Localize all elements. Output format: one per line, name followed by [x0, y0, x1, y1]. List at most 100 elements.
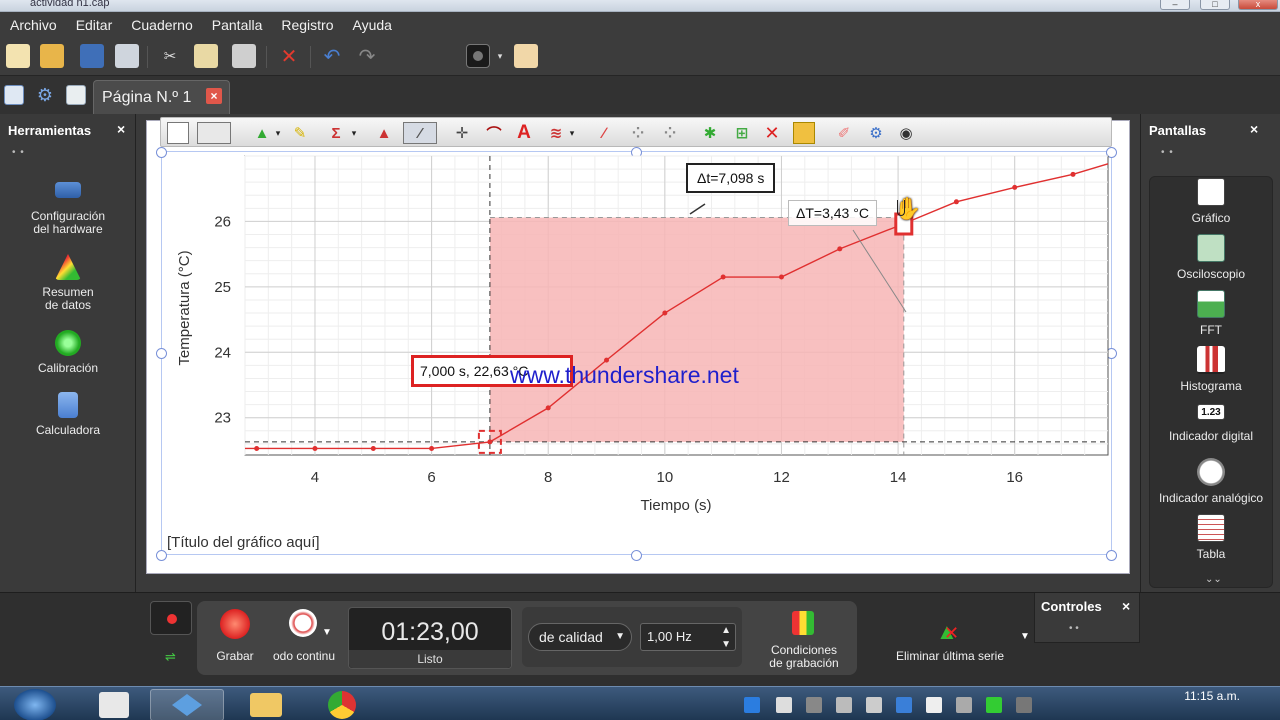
delta-temp-annotation[interactable]: ΔT=3,43 °C — [788, 200, 877, 226]
pen-icon[interactable]: ✎ — [289, 122, 311, 144]
tools-panel-close-icon[interactable]: × — [117, 121, 125, 137]
quality-select[interactable]: de calidad ▼ — [528, 623, 632, 651]
menu-archivo[interactable]: Archivo — [10, 17, 57, 33]
duplicate-icon[interactable] — [793, 122, 815, 144]
autoscale-icon[interactable] — [167, 122, 189, 144]
taskbar-app-chrome[interactable] — [312, 689, 372, 720]
add-axis-icon[interactable]: ✱ — [699, 122, 721, 144]
resize-handle[interactable] — [631, 550, 642, 561]
tool-calculator[interactable]: Calculadora — [0, 392, 136, 437]
record-button[interactable] — [220, 609, 250, 639]
print-icon[interactable] — [115, 44, 139, 68]
displays-panel-close-icon[interactable]: × — [1250, 121, 1258, 137]
signal-icon[interactable]: ≋ — [545, 122, 567, 144]
new-icon[interactable] — [6, 44, 30, 68]
delete-series-dropdown-icon[interactable]: ▼ — [1020, 631, 1030, 642]
copy-icon[interactable] — [194, 44, 218, 68]
record-mode-button[interactable] — [150, 601, 192, 635]
display-oscilloscope[interactable]: Osciloscopio — [1141, 234, 1280, 281]
tray-icon[interactable] — [866, 697, 882, 713]
gear-icon[interactable]: ⚙ — [35, 85, 55, 105]
tray-icon[interactable] — [744, 697, 760, 713]
open-icon[interactable] — [40, 44, 64, 68]
menu-cuaderno[interactable]: Cuaderno — [131, 17, 193, 33]
conditions-icon[interactable] — [792, 611, 814, 635]
tray-icon[interactable] — [986, 697, 1002, 713]
tools-panel-dots[interactable]: • • — [12, 147, 25, 158]
camera-dropdown-icon[interactable]: ▾ — [494, 44, 506, 68]
delete-series-icon[interactable]: ▲ ✕ — [936, 619, 959, 645]
menu-registro[interactable]: Registro — [281, 17, 333, 33]
eye-icon[interactable]: ◉ — [895, 122, 917, 144]
displays-panel-dots[interactable]: • • — [1161, 147, 1174, 158]
tool-data-summary[interactable]: Resumen de datos — [0, 254, 136, 312]
tool-calibration[interactable]: Calibración — [0, 330, 136, 375]
menu-pantalla[interactable]: Pantalla — [212, 17, 263, 33]
start-button[interactable] — [14, 689, 56, 720]
settings-icon[interactable]: ⚙ — [865, 122, 887, 144]
points-alt-icon[interactable]: ⁘ — [659, 122, 681, 144]
minimize-button[interactable]: – — [1160, 0, 1190, 10]
paste-icon[interactable] — [232, 44, 256, 68]
tool-hardware-config[interactable]: Configuración del hardware — [0, 182, 136, 236]
delete-icon[interactable]: ✕ — [277, 44, 301, 68]
conditions-label[interactable]: Condiciones de grabación — [756, 644, 852, 670]
tray-icon[interactable] — [836, 697, 852, 713]
delta-t-annotation[interactable]: Δt=7,098 s — [686, 163, 776, 193]
tray-icon[interactable] — [776, 697, 792, 713]
close-tab-icon[interactable]: × — [206, 88, 222, 104]
cut-icon[interactable]: ✂ — [158, 44, 182, 68]
menu-editar[interactable]: Editar — [76, 17, 113, 33]
tray-icon[interactable] — [806, 697, 822, 713]
signal-dropdown-icon[interactable]: ▾ — [567, 122, 577, 144]
delete-series-label[interactable]: Eliminar última serie — [880, 650, 1020, 663]
display-graph[interactable]: Gráfico — [1141, 178, 1280, 225]
crosshair-icon[interactable]: ✛ — [451, 122, 473, 144]
system-clock[interactable]: 11:15 a.m. — [1184, 689, 1240, 703]
display-table[interactable]: Tabla — [1141, 514, 1280, 561]
redo-icon[interactable]: ↷ — [355, 44, 379, 68]
taskbar-app-explorer[interactable] — [236, 689, 296, 720]
tray-icon[interactable] — [926, 697, 942, 713]
save-icon[interactable] — [80, 44, 104, 68]
zoom-region-icon[interactable]: ⊞ — [731, 122, 753, 144]
temperature-chart[interactable]: 4 6 8 10 12 14 16 23 24 25 26 Tiempo (s) Temperat… — [160, 150, 1110, 520]
close-window-button[interactable]: x — [1238, 0, 1278, 10]
stats-dropdown-icon[interactable]: ▾ — [273, 122, 283, 144]
text-icon[interactable]: A — [513, 122, 535, 144]
interpolate-icon[interactable]: ∕ — [593, 122, 615, 144]
taskbar-app-tool[interactable] — [84, 689, 144, 720]
undo-icon[interactable]: ↶ — [320, 44, 344, 68]
stats-triangle-icon[interactable]: ▲ — [251, 122, 273, 144]
chart-title-placeholder[interactable]: [Título del gráfico aquí] — [167, 534, 320, 551]
sum-icon[interactable]: Σ — [325, 122, 347, 144]
window-icon[interactable] — [4, 85, 24, 105]
menu-ayuda[interactable]: Ayuda — [353, 17, 392, 33]
display-fft[interactable]: FFT — [1141, 290, 1280, 337]
points-icon[interactable]: ⁘ — [627, 122, 649, 144]
display-analog-meter[interactable]: Indicador analógico — [1141, 458, 1280, 505]
controls-close-icon[interactable]: × — [1122, 598, 1130, 614]
mode-icon[interactable] — [289, 609, 317, 637]
curve-fit-icon[interactable]: ⁄ — [403, 122, 437, 144]
resize-handle[interactable] — [156, 550, 167, 561]
display-histogram[interactable]: Histograma — [1141, 346, 1280, 393]
select-region-icon[interactable] — [197, 122, 231, 144]
taskbar-app-capstone[interactable] — [150, 689, 224, 720]
camera-icon[interactable] — [466, 44, 490, 68]
resize-handle[interactable] — [1106, 550, 1117, 561]
pin-icon[interactable]: ✐ — [833, 122, 855, 144]
scroll-down-icon[interactable]: ⌄⌄ — [1205, 574, 1222, 585]
tray-icon[interactable] — [1016, 697, 1032, 713]
maximize-button[interactable]: □ — [1200, 0, 1230, 10]
tab-page-1[interactable]: Página N.º 1 × — [93, 80, 230, 114]
layout-icon[interactable] — [514, 44, 538, 68]
tray-icon[interactable] — [956, 697, 972, 713]
mode-dropdown-icon[interactable]: ▼ — [322, 627, 332, 638]
tray-icon[interactable] — [896, 697, 912, 713]
rate-input[interactable]: 1,00 Hz ▲ ▼ — [640, 623, 736, 651]
display-digital-meter[interactable]: 1.23 Indicador digital — [1141, 404, 1280, 443]
sync-icon[interactable]: ⇌ — [165, 649, 176, 665]
area-icon[interactable]: ▲ — [373, 122, 395, 144]
rate-down-icon[interactable]: ▼ — [721, 632, 731, 658]
